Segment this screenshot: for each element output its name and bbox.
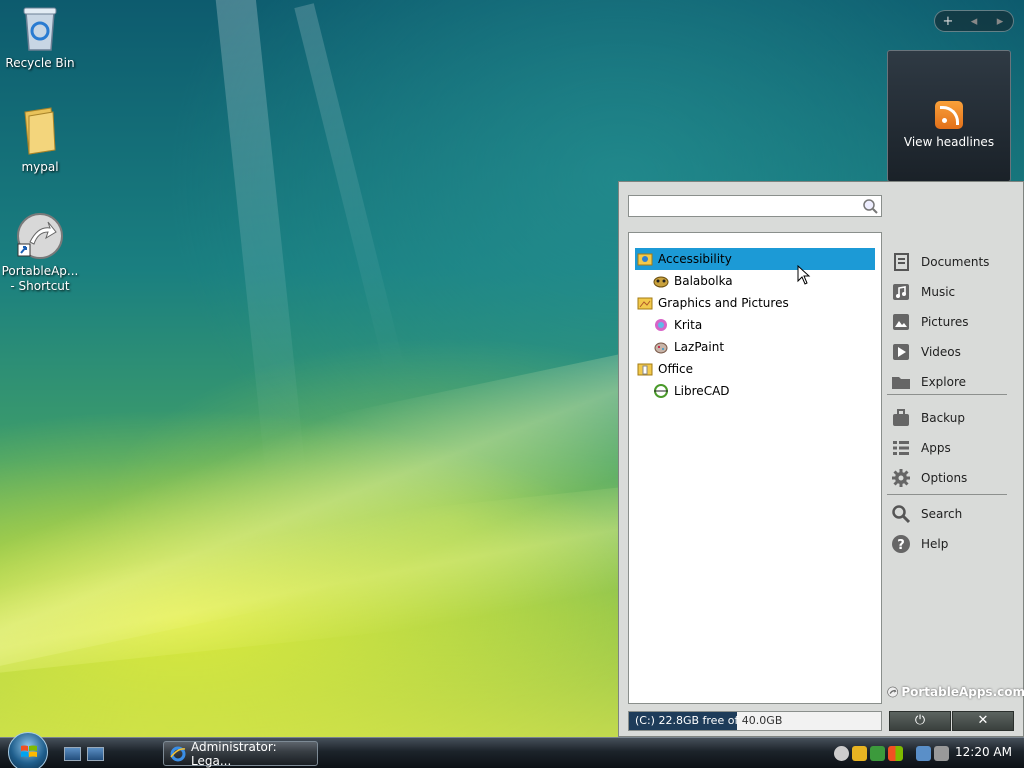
tree-category-office[interactable]: Office	[635, 358, 875, 380]
side-label: Music	[921, 285, 956, 299]
side-separator	[887, 494, 1007, 495]
clock[interactable]: 12:20 AM	[955, 745, 1012, 759]
switch-windows-icon[interactable]	[87, 747, 104, 761]
portableapps-shortcut-icon	[17, 213, 63, 259]
start-button[interactable]	[8, 732, 48, 768]
apps-list-icon	[893, 441, 909, 455]
side-separator	[887, 394, 1007, 395]
tree-label: Graphics and Pictures	[658, 296, 789, 310]
recycle-bin-icon	[23, 7, 57, 51]
folder-office-icon	[637, 363, 653, 376]
volume-muted-icon[interactable]	[934, 746, 949, 761]
gadget-controls: + ◂ ▸	[934, 10, 1014, 32]
side-label: Backup	[921, 411, 965, 425]
side-label: Options	[921, 471, 968, 485]
side-label: Search	[921, 507, 963, 521]
documents-icon	[894, 253, 909, 271]
tree-app-balabolka[interactable]: Balabolka	[635, 270, 875, 292]
gadget-prev-button[interactable]: ◂	[961, 14, 987, 29]
gadget-next-button[interactable]: ▸	[987, 14, 1013, 29]
tree-app-lazpaint[interactable]: LazPaint	[635, 336, 875, 358]
taskbar: Administrator: Lega... 12:20 AM	[0, 732, 1024, 768]
show-desktop-icon[interactable]	[64, 747, 81, 761]
side-label: Pictures	[921, 315, 969, 329]
side-label: Explore	[921, 375, 967, 389]
check-icon[interactable]	[870, 746, 885, 761]
side-label: Apps	[921, 441, 951, 455]
internet-explorer-icon	[170, 746, 186, 761]
power-button[interactable]: ⏻	[889, 711, 951, 731]
search-icon	[892, 505, 911, 524]
taskbar-item-administrator[interactable]: Administrator: Lega...	[163, 739, 318, 768]
desktop-icon-label: Recycle Bin	[5, 56, 75, 70]
side-explore[interactable]: Explore	[891, 369, 1015, 395]
side-videos[interactable]: Videos	[891, 339, 1015, 365]
side-label: Documents	[921, 255, 990, 269]
help-icon: ?	[892, 535, 910, 553]
side-pictures[interactable]: Pictures	[891, 309, 1015, 335]
windows-flag-tray-icon[interactable]	[888, 746, 903, 761]
side-search[interactable]: Search	[891, 501, 1015, 527]
lazpaint-icon	[654, 342, 668, 354]
folder-accessibility-icon	[637, 253, 653, 266]
videos-icon	[893, 344, 909, 360]
app-tree: Accessibility Balabolka Graphics and Pic…	[628, 232, 882, 704]
tree-label: Accessibility	[658, 252, 732, 266]
portableapps-brand[interactable]: PortableApps.com	[887, 682, 1024, 702]
feed-headlines-gadget[interactable]: View headlines	[887, 50, 1011, 182]
taskbar-item-label: Administrator: Lega...	[191, 739, 277, 768]
view-headlines-label: View headlines	[903, 135, 995, 149]
folder-graphics-icon	[637, 297, 653, 310]
drive-space-bar: (C:) 22.8GB free of 40.0GB (C:) 22.8GB f…	[628, 711, 882, 731]
folder-icon	[24, 107, 56, 155]
mouse-cursor-icon	[797, 265, 811, 285]
side-options[interactable]: Options	[891, 465, 1015, 491]
desktop-icon-label: mypal	[21, 160, 59, 174]
tree-label: LibreCAD	[674, 384, 730, 398]
backup-briefcase-icon	[893, 409, 909, 426]
gadget-add-button[interactable]: +	[935, 14, 961, 29]
desktop-icon-portableapps-shortcut[interactable]: PortableAp... - Shortcut	[0, 212, 80, 294]
tree-category-graphics[interactable]: Graphics and Pictures	[635, 292, 875, 314]
librecad-icon	[654, 384, 668, 398]
close-menu-button[interactable]: ✕	[952, 711, 1014, 731]
side-documents[interactable]: Documents	[891, 249, 1015, 275]
desktop-icon-label-line2: - Shortcut	[10, 279, 70, 293]
search-icon[interactable]	[862, 198, 879, 215]
balabolka-icon	[653, 276, 669, 288]
music-icon	[893, 284, 909, 300]
network-icon[interactable]	[916, 746, 931, 761]
portableapps-tray-icon[interactable]	[834, 746, 849, 761]
side-label: Videos	[921, 345, 961, 359]
desktop-icon-mypal[interactable]: mypal	[0, 106, 80, 175]
tree-app-librecad[interactable]: LibreCAD	[635, 380, 875, 402]
side-backup[interactable]: Backup	[891, 405, 1015, 431]
security-shield-icon[interactable]	[852, 746, 867, 761]
brand-label: PortableApps.com	[901, 685, 1024, 699]
search-box	[628, 195, 882, 217]
krita-icon	[655, 319, 667, 331]
desktop-icon-label: PortableAp...	[1, 264, 79, 278]
pictures-icon	[893, 314, 909, 330]
tree-label: Krita	[674, 318, 703, 332]
tree-category-accessibility[interactable]: Accessibility	[635, 248, 875, 270]
side-label: Help	[921, 537, 949, 551]
side-music[interactable]: Music	[891, 279, 1015, 305]
windows-logo-icon	[21, 745, 37, 757]
tree-label: Office	[658, 362, 694, 376]
folder-explore-icon	[892, 377, 910, 389]
side-apps[interactable]: Apps	[891, 435, 1015, 461]
portableapps-menu: Accessibility Balabolka Graphics and Pic…	[618, 181, 1024, 737]
gear-icon	[892, 469, 910, 487]
tree-label: Balabolka	[674, 274, 733, 288]
tree-app-krita[interactable]: Krita	[635, 314, 875, 336]
search-input[interactable]	[629, 196, 857, 216]
side-help[interactable]: ? Help	[891, 531, 1015, 557]
tree-label: LazPaint	[674, 340, 725, 354]
rss-icon	[935, 101, 963, 129]
desktop-icon-recycle-bin[interactable]: Recycle Bin	[0, 4, 80, 71]
portableapps-logo-icon	[887, 686, 899, 698]
svg-text:?: ?	[897, 538, 905, 553]
